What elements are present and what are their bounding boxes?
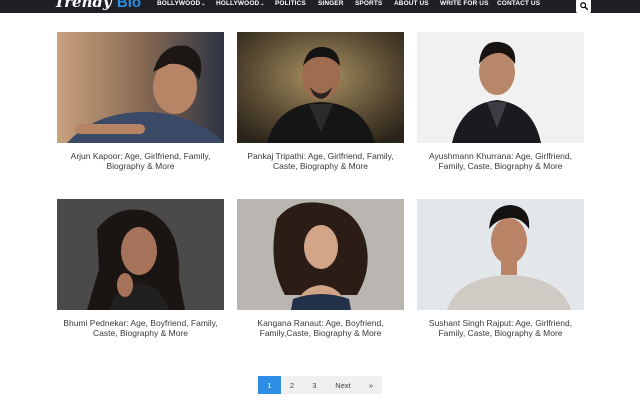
nav-label: POLITICS bbox=[275, 0, 306, 7]
nav-label: CONTACT US bbox=[497, 0, 541, 7]
article-thumbnail[interactable] bbox=[417, 199, 584, 310]
portrait-image bbox=[237, 199, 404, 310]
article-thumbnail[interactable] bbox=[417, 32, 584, 143]
portrait-image bbox=[417, 199, 584, 310]
nav-label: ABOUT US bbox=[394, 0, 429, 7]
article-title[interactable]: Pankaj Tripathi: Age, Girlfriend, Family… bbox=[237, 151, 404, 171]
portrait-image bbox=[57, 32, 224, 143]
title-line: Caste, Biography & More bbox=[93, 328, 188, 338]
nav-hollywood[interactable]: HOLLYWOOD⌄ bbox=[216, 0, 265, 9]
nav-singer[interactable]: SINGER bbox=[318, 0, 344, 9]
nav-about-us[interactable]: ABOUT US bbox=[394, 0, 429, 9]
chevron-down-icon: ⌄ bbox=[201, 1, 206, 7]
article-thumbnail[interactable] bbox=[237, 199, 404, 310]
nav-bollywood[interactable]: BOLLYWOOD⌄ bbox=[157, 0, 206, 9]
nav-politics[interactable]: POLITICS bbox=[275, 0, 306, 9]
nav-sports[interactable]: SPORTS bbox=[355, 0, 382, 9]
title-line: Kangana Ranaut: Age, Boyfriend, bbox=[257, 318, 384, 328]
search-icon bbox=[579, 2, 588, 10]
article-title[interactable]: Ayushmann Khurrana: Age, Girlfriend, Fam… bbox=[417, 151, 584, 171]
portrait-image bbox=[417, 32, 584, 143]
site-logo[interactable]: Trendy Bio bbox=[54, 0, 141, 11]
page-1-button[interactable]: 1 bbox=[258, 376, 281, 394]
next-page-button[interactable]: Next bbox=[326, 376, 360, 394]
title-line: Arjun Kapoor: Age, Girlfriend, Family, bbox=[70, 151, 211, 161]
nav-label: WRITE FOR US bbox=[440, 0, 489, 7]
nav-label: SINGER bbox=[318, 0, 344, 7]
title-line: Family, Caste, Biography & More bbox=[438, 328, 563, 338]
page-2-button[interactable]: 2 bbox=[281, 376, 303, 394]
article-thumbnail[interactable] bbox=[57, 199, 224, 310]
title-line: Bhumi Pednekar: Age, Boyfriend, Family, bbox=[63, 318, 218, 328]
article-title[interactable]: Sushant Singh Rajput: Age, Girlfriend, F… bbox=[417, 318, 584, 338]
nav-contact-us[interactable]: CONTACT US bbox=[497, 0, 540, 9]
portrait-image bbox=[57, 199, 224, 310]
article-thumbnail[interactable] bbox=[57, 32, 224, 143]
nav-label: BOLLYWOOD bbox=[157, 0, 201, 7]
title-line: Biography & More bbox=[106, 161, 175, 171]
search-button[interactable] bbox=[576, 0, 591, 13]
nav-label: SPORTS bbox=[355, 0, 383, 7]
title-line: Pankaj Tripathi: Age, Girlfriend, Family… bbox=[247, 151, 394, 161]
article-title[interactable]: Kangana Ranaut: Age, Boyfriend, Family,C… bbox=[237, 318, 404, 338]
page-3-button[interactable]: 3 bbox=[303, 376, 326, 394]
last-page-button[interactable]: » bbox=[360, 376, 382, 394]
article-thumbnail[interactable] bbox=[237, 32, 404, 143]
title-line: Ayushmann Khurrana: Age, Girlfriend, bbox=[428, 151, 572, 161]
article-title[interactable]: Arjun Kapoor: Age, Girlfriend, Family, B… bbox=[57, 151, 224, 171]
logo-accent-text: Bio bbox=[116, 0, 142, 11]
title-line: Caste, Biography & More bbox=[273, 161, 368, 171]
nav-label: HOLLYWOOD bbox=[216, 0, 260, 7]
chevron-down-icon: ⌄ bbox=[260, 1, 265, 7]
portrait-image bbox=[237, 32, 404, 143]
article-title[interactable]: Bhumi Pednekar: Age, Boyfriend, Family, … bbox=[57, 318, 224, 338]
title-line: Family, Caste, Biography & More bbox=[438, 161, 563, 171]
nav-write-for-us[interactable]: WRITE FOR US bbox=[440, 0, 489, 9]
title-line: Family,Caste, Biography & More bbox=[259, 328, 382, 338]
logo-text: Trendy bbox=[54, 0, 112, 11]
title-line: Sushant Singh Rajput: Age, Girlfriend, bbox=[428, 318, 573, 328]
site-header: Trendy Bio BOLLYWOOD⌄ HOLLYWOOD⌄ POLITIC… bbox=[0, 0, 640, 13]
